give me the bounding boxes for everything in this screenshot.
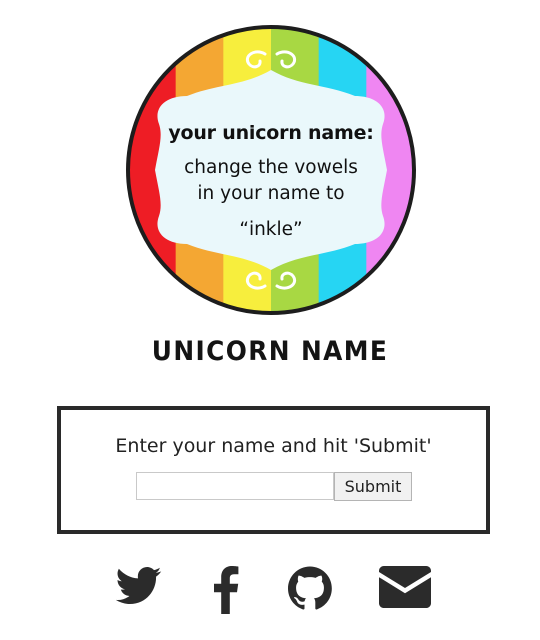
github-link[interactable] — [288, 566, 332, 614]
unicorn-badge: your unicorn name: change the vowels in … — [125, 24, 417, 316]
name-form: Enter your name and hit 'Submit' Submit — [57, 406, 490, 534]
name-input[interactable] — [136, 472, 334, 500]
twitter-link[interactable] — [116, 566, 162, 614]
form-prompt: Enter your name and hit 'Submit' — [115, 435, 432, 457]
badge-instruction-line-2: in your name to — [197, 183, 345, 204]
github-icon — [288, 566, 332, 610]
badge-instruction-line-3: “inkle” — [239, 219, 303, 240]
twitter-icon — [116, 567, 162, 605]
facebook-icon — [214, 566, 239, 614]
page-title: UNICORN NAME — [151, 336, 389, 367]
unicorn-name-page: your unicorn name: change the vowels in … — [0, 0, 540, 640]
facebook-link[interactable] — [209, 566, 241, 614]
badge-heading: your unicorn name: — [168, 122, 374, 144]
badge-instruction-line-1: change the vowels — [184, 157, 358, 178]
submit-button[interactable]: Submit — [334, 472, 412, 501]
email-icon — [379, 566, 431, 608]
email-link[interactable] — [379, 566, 431, 614]
